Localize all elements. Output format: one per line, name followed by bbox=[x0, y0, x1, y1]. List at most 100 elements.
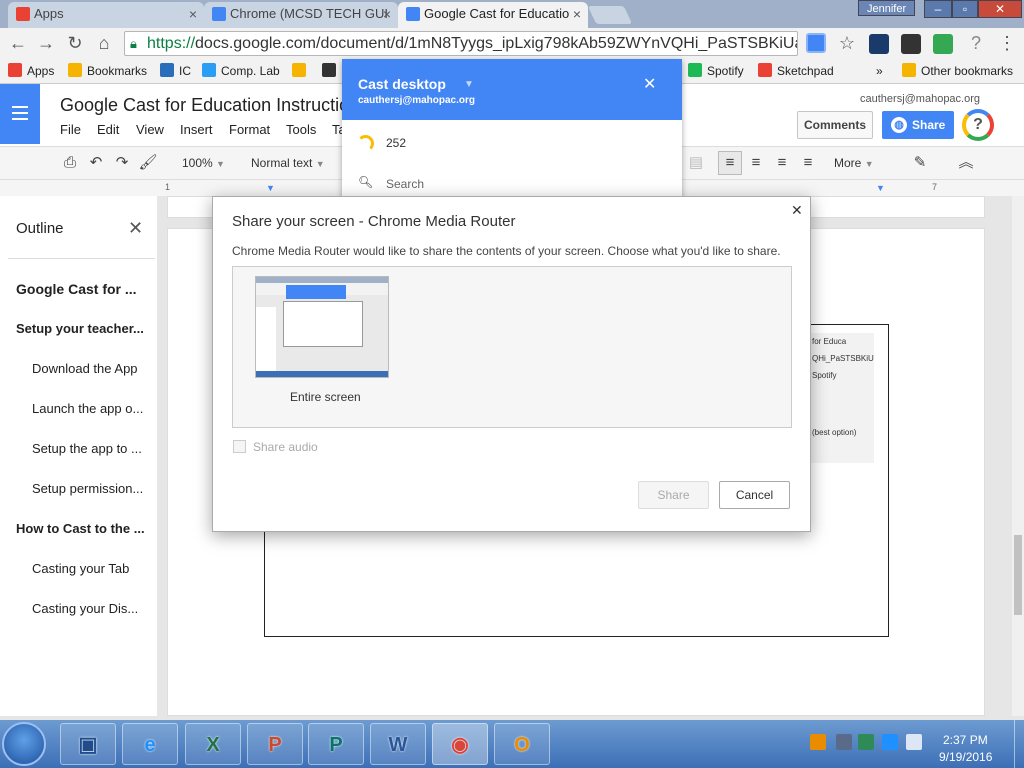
entire-screen-thumbnail[interactable] bbox=[255, 276, 389, 378]
scrollbar[interactable] bbox=[1012, 196, 1024, 716]
menu-icon[interactable]: ⋮ bbox=[996, 32, 1018, 54]
bookmark-item[interactable]: » bbox=[876, 62, 883, 80]
volume-icon[interactable] bbox=[906, 734, 922, 750]
help-extension-icon[interactable]: ? bbox=[965, 32, 987, 54]
tab-1[interactable]: Chrome (MCSD TECH GUI × bbox=[204, 2, 398, 28]
address-bar[interactable]: 🔒︎ https://docs.google.com/document/d/1mN… bbox=[124, 31, 798, 56]
bluetooth-tray-icon[interactable] bbox=[882, 734, 898, 750]
help-icon[interactable]: ? bbox=[962, 109, 994, 141]
editing-mode-icon[interactable]: ✎ bbox=[910, 153, 930, 173]
menu-item[interactable]: Insert bbox=[180, 122, 213, 137]
profile-button[interactable]: Jennifer bbox=[858, 0, 916, 16]
close-window-button[interactable]: ✕ bbox=[978, 0, 1022, 18]
cast-search-input[interactable]: Search bbox=[386, 177, 424, 191]
cancel-button[interactable]: Cancel bbox=[719, 481, 790, 509]
cast-device-item[interactable]: 252 bbox=[386, 136, 406, 150]
share-audio-checkbox[interactable] bbox=[233, 440, 246, 453]
cast-source-title[interactable]: Cast desktop bbox=[358, 76, 446, 92]
clock-date[interactable]: 9/19/2016 bbox=[939, 750, 992, 764]
bookmark-item[interactable]: Spotify bbox=[688, 62, 744, 80]
taskbar-outlook-icon[interactable]: O bbox=[494, 723, 550, 765]
minimize-button[interactable]: – bbox=[924, 0, 952, 18]
outline-item[interactable]: Download the App bbox=[32, 361, 162, 376]
outline-item[interactable]: Setup your teacher... bbox=[16, 321, 146, 336]
taskbar-powerpoint-icon[interactable]: P bbox=[247, 723, 303, 765]
network-tray-icon[interactable] bbox=[858, 734, 874, 750]
bookmark-item[interactable]: IC bbox=[160, 62, 191, 80]
paint-format-icon[interactable]: 🖌︎ bbox=[138, 153, 158, 173]
print-icon[interactable]: ⎙ bbox=[60, 153, 80, 173]
close-icon[interactable]: × bbox=[383, 2, 391, 26]
taskbar-word-icon[interactable]: W bbox=[370, 723, 426, 765]
clock-time[interactable]: 2:37 PM bbox=[943, 733, 988, 747]
outline-item[interactable]: Setup permission... bbox=[32, 481, 162, 496]
right-indent-handle[interactable]: ▼ bbox=[876, 183, 885, 193]
redo-icon[interactable]: ↷ bbox=[112, 153, 132, 173]
bookmark-item[interactable]: Comp. Lab bbox=[202, 62, 280, 80]
chevron-down-icon[interactable]: ▼ bbox=[464, 79, 474, 90]
close-icon[interactable]: ✕ bbox=[128, 218, 143, 239]
outline-item[interactable]: Casting your Tab bbox=[32, 561, 162, 576]
bookmark-item[interactable] bbox=[292, 62, 311, 80]
show-desktop-button[interactable] bbox=[1014, 720, 1024, 768]
back-icon[interactable]: ← bbox=[7, 32, 29, 54]
taskbar-excel-icon[interactable]: X bbox=[185, 723, 241, 765]
film-extension-icon[interactable] bbox=[901, 34, 921, 54]
align-center-icon[interactable]: ≡ bbox=[746, 153, 766, 173]
bookmark-star-icon[interactable]: ☆ bbox=[836, 32, 858, 54]
undo-icon[interactable]: ↶ bbox=[86, 153, 106, 173]
forward-icon[interactable]: → bbox=[35, 32, 57, 54]
bookmark-item[interactable]: Bookmarks bbox=[68, 62, 147, 80]
outline-item[interactable]: Launch the app o... bbox=[32, 401, 162, 416]
outline-item[interactable]: Google Cast for ... bbox=[16, 281, 146, 297]
taskbar-internet-explorer-icon[interactable]: e bbox=[122, 723, 178, 765]
close-icon[interactable]: × bbox=[189, 2, 197, 26]
bookmark-item[interactable]: Apps bbox=[8, 62, 54, 80]
outline-item[interactable]: Casting your Dis... bbox=[32, 601, 162, 616]
justify-icon[interactable]: ≡ bbox=[798, 153, 818, 173]
menu-item[interactable]: Edit bbox=[97, 122, 119, 137]
taskbar-chrome-icon[interactable]: ◉ bbox=[432, 723, 488, 765]
close-icon[interactable]: ✕ bbox=[791, 202, 803, 219]
home-icon[interactable]: ⌂ bbox=[93, 32, 115, 54]
account-email[interactable]: cauthersj@mahopac.org bbox=[860, 93, 980, 105]
maximize-button[interactable]: ▫ bbox=[952, 0, 978, 18]
style-select[interactable]: Normal text ▼ bbox=[251, 156, 325, 170]
entire-screen-label[interactable]: Entire screen bbox=[290, 390, 361, 404]
collapse-toolbar-icon[interactable]: ︽ bbox=[956, 153, 976, 173]
tab-0[interactable]: Apps × bbox=[8, 2, 204, 28]
outlook-tray-icon[interactable] bbox=[810, 734, 826, 750]
docs-icon[interactable] bbox=[0, 84, 40, 144]
zoom-select[interactable]: 100% ▼ bbox=[182, 156, 225, 170]
classroom-extension-icon[interactable] bbox=[933, 34, 953, 54]
tools-tray-icon[interactable] bbox=[836, 734, 852, 750]
close-icon[interactable]: ✕ bbox=[643, 74, 656, 94]
share-dialog-button[interactable]: Share bbox=[638, 481, 709, 509]
taskbar-publisher-icon[interactable]: P bbox=[308, 723, 364, 765]
outline-item[interactable]: Setup the app to ... bbox=[32, 441, 162, 456]
menu-item[interactable]: File bbox=[60, 122, 81, 137]
reload-icon[interactable]: ↻ bbox=[64, 32, 86, 54]
taskbar-remote-desktop-icon[interactable]: ▣ bbox=[60, 723, 116, 765]
menu-item[interactable]: Format bbox=[229, 122, 270, 137]
outline-item[interactable]: How to Cast to the ... bbox=[16, 521, 146, 536]
close-icon[interactable]: × bbox=[573, 2, 581, 26]
comments-button[interactable]: Comments bbox=[797, 111, 873, 139]
align-left-icon[interactable]: ≡ bbox=[718, 151, 742, 175]
bookmark-item[interactable]: Sketchpad bbox=[758, 62, 834, 80]
start-button[interactable] bbox=[2, 722, 46, 766]
document-title[interactable]: Google Cast for Education Instructio bbox=[60, 95, 350, 116]
tab-2[interactable]: Google Cast for Educatio × bbox=[398, 2, 588, 28]
share-button[interactable]: ◍ Share bbox=[882, 111, 954, 139]
menu-item[interactable]: View bbox=[136, 122, 164, 137]
cast-icon[interactable] bbox=[806, 33, 826, 53]
menu-item[interactable]: Tools bbox=[286, 122, 316, 137]
bookmark-item[interactable] bbox=[322, 62, 341, 80]
bookmark-item[interactable]: Other bookmarks bbox=[902, 62, 1013, 80]
align-right-icon[interactable]: ≡ bbox=[772, 153, 792, 173]
insert-comment-icon[interactable]: ▤ bbox=[686, 153, 706, 173]
more-button[interactable]: More ▼ bbox=[834, 156, 874, 170]
extension-icon[interactable] bbox=[869, 34, 889, 54]
left-indent-handle[interactable]: ▼ bbox=[266, 183, 275, 193]
scrollbar-thumb[interactable] bbox=[1014, 535, 1022, 615]
